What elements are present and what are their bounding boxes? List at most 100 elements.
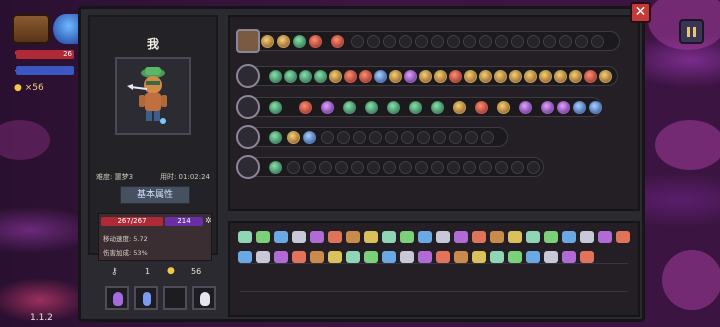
item-icon[interactable] [328,251,342,263]
item-icon[interactable] [472,231,486,243]
upgrade-slot[interactable] [584,70,597,83]
empty-slot[interactable] [367,161,380,174]
item-icon[interactable] [508,251,522,263]
item-icon[interactable] [508,231,522,243]
empty-slot[interactable] [447,161,460,174]
empty-slot[interactable] [575,35,588,48]
empty-slot[interactable] [431,35,444,48]
empty-slot[interactable] [399,161,412,174]
item-icon[interactable] [364,231,378,243]
item-icon[interactable] [526,231,540,243]
upgrade-slot[interactable] [494,70,507,83]
item-icon[interactable] [544,251,558,263]
item-icon[interactable] [454,231,468,243]
empty-slot[interactable] [337,131,350,144]
potion-slot[interactable] [105,286,129,310]
item-icon[interactable] [346,231,360,243]
upgrade-slot[interactable] [331,35,344,48]
item-icon[interactable] [544,231,558,243]
pause-button[interactable] [679,19,704,44]
item-icon[interactable] [580,231,594,243]
upgrade-slot[interactable] [293,35,306,48]
weapon-row-bow[interactable] [236,64,618,88]
empty-slot[interactable] [399,35,412,48]
upgrade-slot[interactable] [404,70,417,83]
item-icon[interactable] [274,231,288,243]
empty-slot[interactable] [369,131,382,144]
empty-slot[interactable] [367,35,380,48]
upgrade-slot[interactable] [434,70,447,83]
weapon-row-chest[interactable] [236,29,620,53]
item-icon[interactable] [328,231,342,243]
empty-slot[interactable] [479,35,492,48]
upgrade-slot[interactable] [261,35,274,48]
empty-slot[interactable] [479,161,492,174]
upgrade-slot[interactable] [519,101,532,114]
upgrade-slot[interactable] [344,70,357,83]
item-icon[interactable] [580,251,594,263]
empty-slot[interactable] [335,161,348,174]
upgrade-slot[interactable] [453,101,466,114]
empty-slot[interactable] [303,161,316,174]
potion-slot-empty[interactable] [163,286,187,310]
item-icon[interactable] [238,231,252,243]
empty-slot[interactable] [353,131,366,144]
empty-slot[interactable] [319,161,332,174]
upgrade-slot[interactable] [539,70,552,83]
empty-slot[interactable] [417,131,430,144]
empty-slot[interactable] [351,35,364,48]
base-attributes-button[interactable]: 基本属性 [120,186,190,204]
item-icon[interactable] [310,251,324,263]
empty-slot[interactable] [543,35,556,48]
item-icon[interactable] [400,251,414,263]
item-icon[interactable] [292,251,306,263]
upgrade-slot[interactable] [269,131,282,144]
item-icon[interactable] [274,251,288,263]
item-icon[interactable] [292,231,306,243]
item-icon[interactable] [526,251,540,263]
upgrade-slot[interactable] [387,101,400,114]
empty-slot[interactable] [401,131,414,144]
upgrade-slot[interactable] [599,70,612,83]
upgrade-slot[interactable] [309,35,322,48]
upgrade-slot[interactable] [329,70,342,83]
empty-slot[interactable] [383,35,396,48]
item-icon[interactable] [382,251,396,263]
empty-slot[interactable] [447,35,460,48]
upgrade-slot[interactable] [299,70,312,83]
upgrade-slot[interactable] [589,101,602,114]
item-icon[interactable] [490,231,504,243]
item-icon[interactable] [616,231,630,243]
upgrade-slot[interactable] [497,101,510,114]
upgrade-slot[interactable] [449,70,462,83]
weapon-row-wand[interactable] [236,125,508,149]
close-button[interactable]: ✕ [630,2,651,23]
empty-slot[interactable] [385,131,398,144]
item-icon[interactable] [562,251,576,263]
item-icon[interactable] [310,231,324,243]
weapon-orb-icon[interactable] [53,14,79,44]
upgrade-slot[interactable] [431,101,444,114]
empty-slot[interactable] [527,161,540,174]
upgrade-slot[interactable] [269,101,282,114]
upgrade-slot[interactable] [419,70,432,83]
weapon-row-staff[interactable] [236,95,602,119]
upgrade-slot[interactable] [479,70,492,83]
item-icon[interactable] [436,231,450,243]
empty-slot[interactable] [431,161,444,174]
upgrade-slot[interactable] [269,161,282,174]
item-icon[interactable] [400,231,414,243]
empty-slot[interactable] [559,35,572,48]
item-icon[interactable] [256,231,270,243]
upgrade-slot[interactable] [464,70,477,83]
item-icon[interactable] [454,251,468,263]
upgrade-slot[interactable] [287,131,300,144]
empty-slot[interactable] [591,35,604,48]
empty-slot[interactable] [433,131,446,144]
item-icon[interactable] [346,251,360,263]
empty-slot[interactable] [463,161,476,174]
empty-slot[interactable] [415,35,428,48]
item-icon[interactable] [436,251,450,263]
item-icon[interactable] [562,231,576,243]
upgrade-slot[interactable] [303,131,316,144]
